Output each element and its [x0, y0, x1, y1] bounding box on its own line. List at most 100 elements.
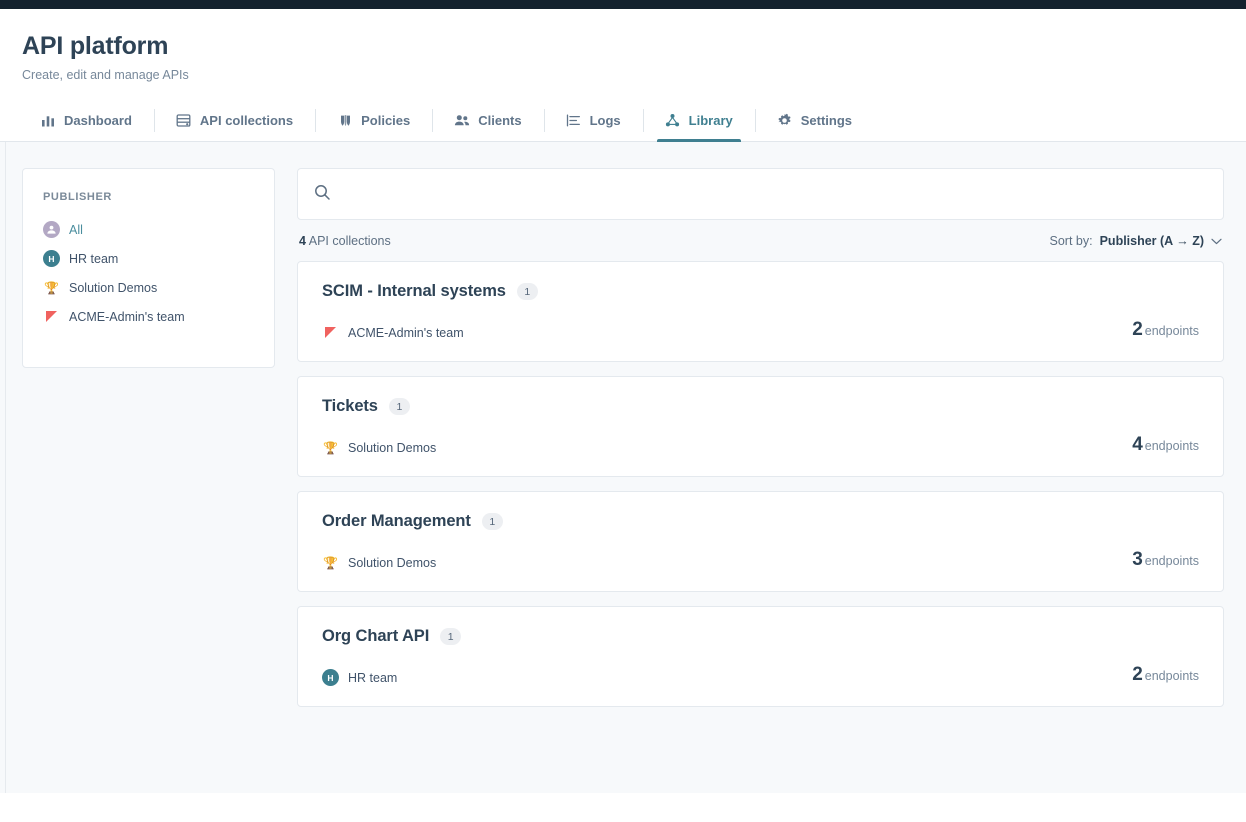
- search-icon: [314, 184, 331, 204]
- collection-publisher: H HR team: [322, 669, 397, 686]
- endpoints-label: endpoints: [1145, 439, 1199, 453]
- collection-publisher-label: Solution Demos: [348, 441, 436, 455]
- app-shell: API platform Create, edit and manage API…: [0, 9, 1246, 822]
- collection-list: SCIM - Internal systems 1 ACME-Admin's t…: [297, 261, 1224, 707]
- card-bottom-row: H HR team 2endpoints: [322, 664, 1199, 686]
- card-bottom-row: 🏆 Solution Demos 4endpoints: [322, 434, 1199, 456]
- search-input[interactable]: [341, 187, 1207, 202]
- card-title-row: Org Chart API 1: [322, 627, 1199, 646]
- endpoints-count: 2: [1132, 664, 1143, 685]
- publisher-item-solution-demos[interactable]: 🏆 Solution Demos: [23, 273, 274, 302]
- nav-tab-label: Clients: [478, 113, 521, 128]
- publisher-item-all[interactable]: All: [23, 215, 274, 244]
- collection-version-badge: 1: [440, 628, 461, 645]
- endpoints-count: 4: [1132, 434, 1143, 455]
- gear-icon: [777, 113, 793, 129]
- endpoints-count: 2: [1132, 319, 1143, 340]
- page-title: API platform: [22, 31, 1246, 61]
- nav-tab-logs[interactable]: Logs: [544, 100, 643, 141]
- card-bottom-row: 🏆 Solution Demos 3endpoints: [322, 549, 1199, 571]
- nav-tab-label: Dashboard: [64, 113, 132, 128]
- publisher-filter-sidebar: PUBLISHER All H HR team 🏆 Solution Demos ACME…: [22, 168, 275, 368]
- collection-title: Org Chart API: [322, 627, 429, 646]
- sort-by-prefix: Sort by:: [1050, 234, 1093, 248]
- page-subtitle: Create, edit and manage APIs: [22, 68, 1246, 82]
- endpoints-label: endpoints: [1145, 324, 1199, 338]
- nav-tab-label: API collections: [200, 113, 293, 128]
- card-title-row: Tickets 1: [322, 397, 1199, 416]
- nav-tab-label: Logs: [590, 113, 621, 128]
- avatar-all-icon: [43, 221, 60, 238]
- publisher-item-label: ACME-Admin's team: [69, 310, 185, 324]
- results-count: 4 API collections: [299, 234, 391, 248]
- library-nodes-icon: [665, 113, 681, 129]
- trophy-icon: 🏆: [322, 554, 339, 571]
- collection-publisher-label: Solution Demos: [348, 556, 436, 570]
- trophy-icon: 🏆: [43, 279, 60, 296]
- users-icon: [454, 113, 470, 129]
- publisher-item-label: Solution Demos: [69, 281, 157, 295]
- shield-icon: [337, 113, 353, 129]
- results-bar: 4 API collections Sort by: Publisher (A …: [297, 220, 1224, 261]
- collection-card[interactable]: Order Management 1 🏆 Solution Demos 3end…: [297, 491, 1224, 592]
- nav-tab-api-collections[interactable]: API collections: [154, 100, 315, 141]
- collection-publisher-label: ACME-Admin's team: [348, 326, 464, 340]
- nav-tab-label: Policies: [361, 113, 410, 128]
- endpoints-label: endpoints: [1145, 669, 1199, 683]
- collection-endpoints: 4endpoints: [1132, 434, 1199, 456]
- card-title-row: Order Management 1: [322, 512, 1199, 531]
- collection-publisher-label: HR team: [348, 671, 397, 685]
- collection-version-badge: 1: [389, 398, 410, 415]
- trophy-icon: 🏆: [322, 439, 339, 456]
- publisher-item-label: HR team: [69, 252, 118, 266]
- sidebar-heading: PUBLISHER: [23, 191, 274, 203]
- collection-endpoints: 3endpoints: [1132, 549, 1199, 571]
- page-header: API platform Create, edit and manage API…: [0, 9, 1246, 100]
- card-bottom-row: ACME-Admin's team 2endpoints: [322, 319, 1199, 341]
- avatar-hr-icon: H: [322, 669, 339, 686]
- top-accent-bar: [0, 0, 1246, 9]
- endpoints-label: endpoints: [1145, 554, 1199, 568]
- main-column: 4 API collections Sort by: Publisher (A …: [297, 168, 1224, 793]
- results-count-number: 4: [299, 234, 306, 248]
- collection-card[interactable]: Tickets 1 🏆 Solution Demos 4endpoints: [297, 376, 1224, 477]
- collections-icon: [176, 113, 192, 129]
- results-count-label: API collections: [309, 234, 391, 248]
- collection-endpoints: 2endpoints: [1132, 319, 1199, 341]
- flag-icon: [322, 324, 339, 341]
- collection-title: Tickets: [322, 397, 378, 416]
- collection-version-badge: 1: [517, 283, 538, 300]
- nav-tab-dashboard[interactable]: Dashboard: [18, 100, 154, 141]
- collection-card[interactable]: Org Chart API 1 H HR team 2endpoints: [297, 606, 1224, 707]
- publisher-item-hr-team[interactable]: H HR team: [23, 244, 274, 273]
- content-area: PUBLISHER All H HR team 🏆 Solution Demos ACME…: [0, 142, 1246, 793]
- collection-publisher: 🏆 Solution Demos: [322, 439, 436, 456]
- avatar-hr-icon: H: [43, 250, 60, 267]
- nav-tab-label: Library: [689, 113, 733, 128]
- nav-tab-clients[interactable]: Clients: [432, 100, 543, 141]
- sort-by-value: Publisher (A → Z): [1100, 234, 1204, 248]
- collection-title: SCIM - Internal systems: [322, 282, 506, 301]
- nav-tab-policies[interactable]: Policies: [315, 100, 432, 141]
- publisher-item-label: All: [69, 223, 83, 237]
- collection-version-badge: 1: [482, 513, 503, 530]
- publisher-list: All H HR team 🏆 Solution Demos ACME-Admin's t…: [23, 215, 274, 331]
- collection-publisher: ACME-Admin's team: [322, 324, 464, 341]
- search-box[interactable]: [297, 168, 1224, 220]
- collection-publisher: 🏆 Solution Demos: [322, 554, 436, 571]
- publisher-item-acme-admin-s-team[interactable]: ACME-Admin's team: [23, 302, 274, 331]
- nav-tab-settings[interactable]: Settings: [755, 100, 874, 141]
- bar-chart-icon: [40, 113, 56, 129]
- card-title-row: SCIM - Internal systems 1: [322, 282, 1199, 301]
- collection-title: Order Management: [322, 512, 471, 531]
- collection-card[interactable]: SCIM - Internal systems 1 ACME-Admin's t…: [297, 261, 1224, 362]
- flag-icon: [43, 308, 60, 325]
- nav-tab-label: Settings: [801, 113, 852, 128]
- collection-endpoints: 2endpoints: [1132, 664, 1199, 686]
- sort-by-dropdown[interactable]: Sort by: Publisher (A → Z): [1050, 234, 1222, 248]
- logs-icon: [566, 113, 582, 129]
- chevron-down-icon: [1211, 234, 1222, 248]
- main-navigation-tabs: Dashboard API collections Policies Clien…: [0, 100, 1246, 142]
- nav-tab-library[interactable]: Library: [643, 100, 755, 141]
- endpoints-count: 3: [1132, 549, 1143, 570]
